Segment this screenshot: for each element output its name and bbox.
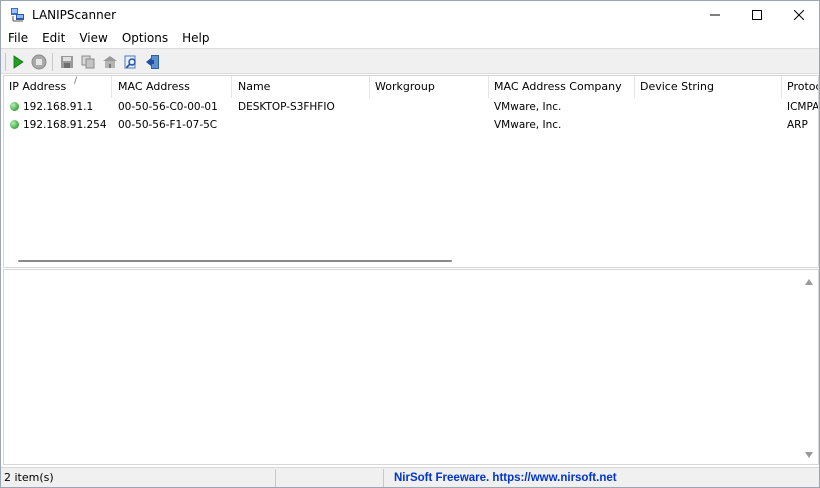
cell-protocol: ARP xyxy=(787,119,808,131)
vertical-scrollbar[interactable] xyxy=(802,270,818,464)
column-workgroup[interactable]: Workgroup xyxy=(370,76,489,98)
table-row[interactable]: 192.168.91.254 00-50-56-F1-07-5C VMware,… xyxy=(4,116,818,134)
list-header: IP Address / MAC Address Name Workgroup … xyxy=(4,76,819,98)
menu-bar: File Edit View Options Help xyxy=(1,29,819,48)
exit-icon xyxy=(146,55,159,69)
copy-icon xyxy=(81,55,95,69)
window-title: LANIPScanner xyxy=(32,8,117,22)
scroll-down-icon[interactable] xyxy=(805,452,813,458)
toolbar-separator xyxy=(5,53,6,71)
cell-ip: 192.168.91.254 xyxy=(23,119,107,131)
cell-company: VMware, Inc. xyxy=(494,119,562,131)
menu-help[interactable]: Help xyxy=(175,29,216,48)
column-protocol[interactable]: Protoc xyxy=(782,76,819,98)
scroll-up-icon[interactable] xyxy=(805,279,813,285)
save-button[interactable] xyxy=(58,53,76,71)
play-icon xyxy=(13,55,24,69)
menu-view[interactable]: View xyxy=(72,29,114,48)
menu-options[interactable]: Options xyxy=(115,29,175,48)
cell-mac: 00-50-56-C0-00-01 xyxy=(118,101,218,113)
find-button[interactable] xyxy=(122,53,140,71)
html-report-icon xyxy=(103,56,117,68)
table-row[interactable]: 192.168.91.1 00-50-56-C0-00-01 DESKTOP-S… xyxy=(4,98,819,116)
column-label: Protoc xyxy=(787,80,819,93)
stop-scan-button[interactable] xyxy=(30,53,48,71)
cell-protocol: ICMPA xyxy=(787,101,819,113)
column-mac-company[interactable]: MAC Address Company xyxy=(489,76,635,98)
column-device-string[interactable]: Device String xyxy=(635,76,782,98)
results-list[interactable]: IP Address / MAC Address Name Workgroup … xyxy=(3,75,819,268)
copy-button[interactable] xyxy=(79,53,97,71)
close-button[interactable] xyxy=(777,1,819,29)
menu-edit[interactable]: Edit xyxy=(35,29,72,48)
nirsoft-link[interactable]: NirSoft Freeware. https://www.nirsoft.ne… xyxy=(384,469,819,487)
lower-details-pane[interactable] xyxy=(3,269,819,465)
toolbar-separator xyxy=(52,53,53,71)
column-mac-address[interactable]: MAC Address xyxy=(113,76,232,98)
maximize-icon xyxy=(752,10,762,20)
horizontal-scrollbar-thumb[interactable] xyxy=(18,260,452,262)
column-ip-address[interactable]: IP Address xyxy=(4,76,112,98)
online-status-icon xyxy=(10,102,19,111)
minimize-icon xyxy=(710,14,720,16)
html-report-button[interactable] xyxy=(101,53,119,71)
column-label: MAC Address Company xyxy=(494,80,622,93)
column-label: Workgroup xyxy=(375,80,435,93)
column-label: Device String xyxy=(640,80,714,93)
save-icon xyxy=(61,56,73,68)
cell-ip: 192.168.91.1 xyxy=(23,101,94,113)
exit-button[interactable] xyxy=(144,53,162,71)
stop-icon xyxy=(31,54,47,70)
column-label: MAC Address xyxy=(118,80,190,93)
network-scanner-icon xyxy=(10,7,26,23)
status-panel-empty xyxy=(276,469,384,487)
column-label: IP Address xyxy=(9,80,67,93)
close-icon xyxy=(794,10,804,20)
status-bar: 2 item(s) NirSoft Freeware. https://www.… xyxy=(1,467,819,487)
cell-name: DESKTOP-S3FHFIO xyxy=(238,101,335,113)
status-item-count: 2 item(s) xyxy=(1,469,276,487)
cell-mac: 00-50-56-F1-07-5C xyxy=(118,119,218,131)
horizontal-scrollbar[interactable] xyxy=(4,252,818,267)
menu-file[interactable]: File xyxy=(1,29,35,48)
minimize-button[interactable] xyxy=(693,1,737,29)
column-name[interactable]: Name xyxy=(233,76,370,98)
maximize-button[interactable] xyxy=(735,1,779,29)
column-label: Name xyxy=(238,80,271,93)
sort-indicator: / xyxy=(74,76,78,86)
start-scan-button[interactable] xyxy=(9,53,27,71)
cell-company: VMware, Inc. xyxy=(494,101,562,113)
online-status-icon xyxy=(10,120,19,129)
title-bar[interactable]: LANIPScanner xyxy=(1,1,819,29)
app-window: LANIPScanner File Edit View Options Help xyxy=(0,0,820,488)
toolbar xyxy=(1,48,819,74)
find-icon xyxy=(124,55,136,69)
